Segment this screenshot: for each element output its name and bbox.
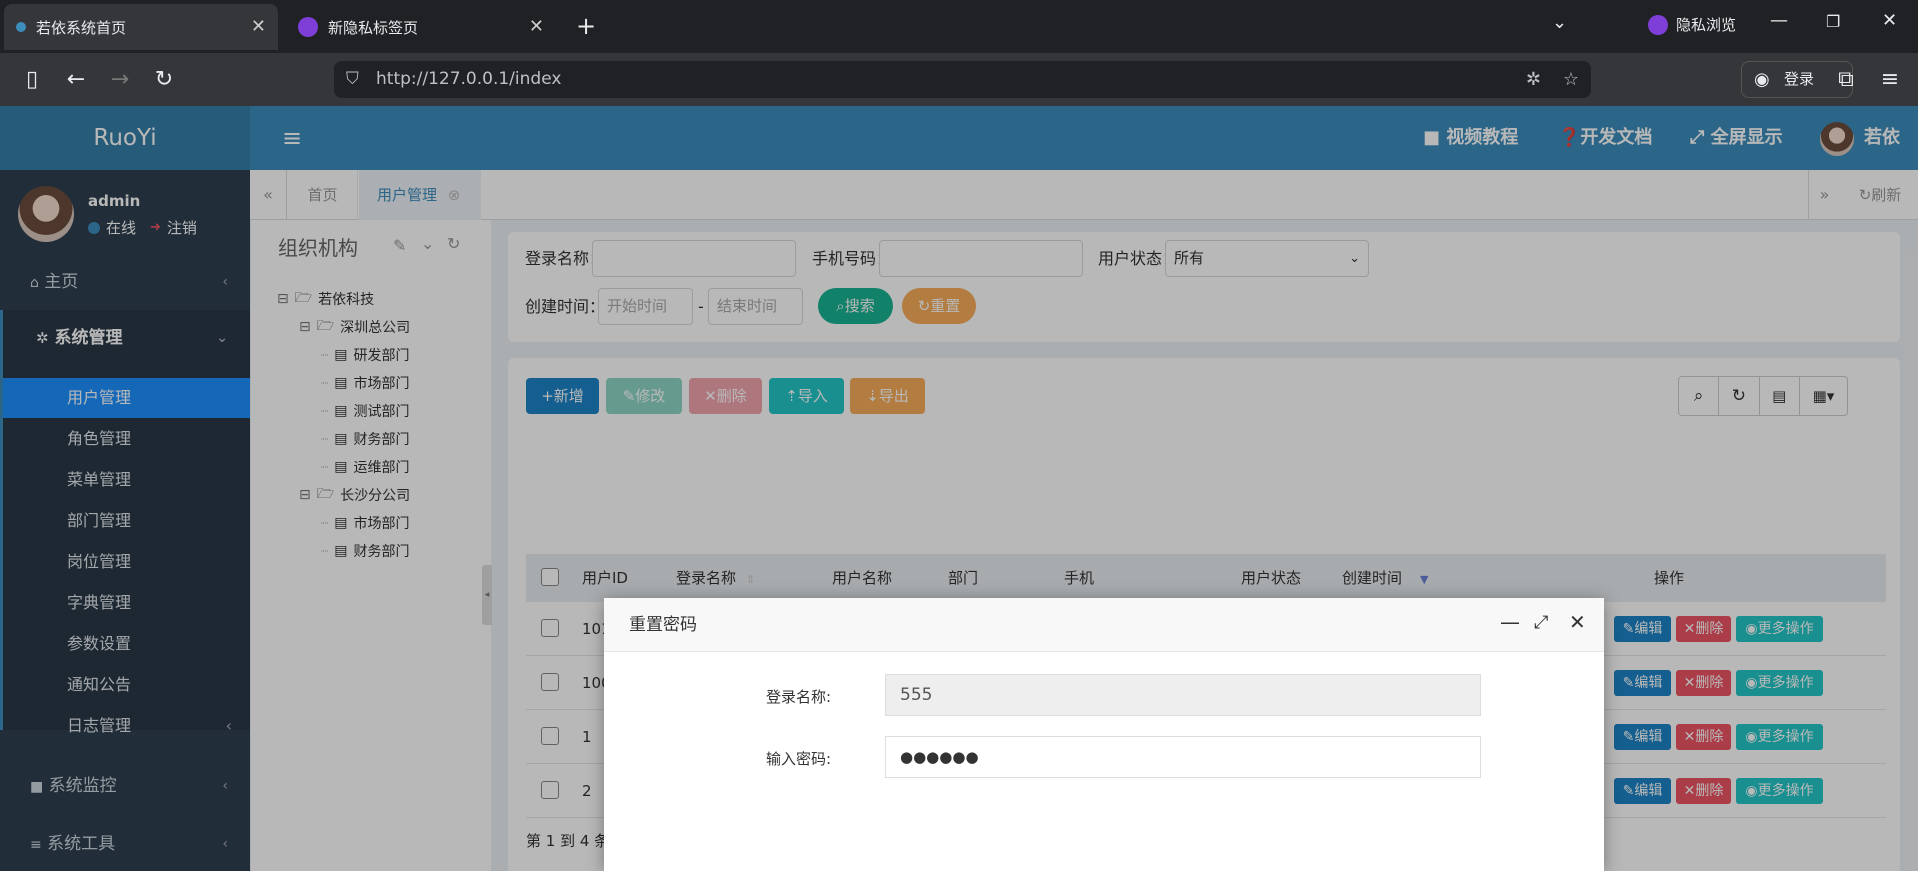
url-field[interactable]: ⛉ http://127.0.0.1/index ✲ ☆ <box>334 61 1591 98</box>
private-mask-icon <box>298 17 318 37</box>
browser-tab-bar: 若依系统首页 ✕ 新隐私标签页 ✕ + ⌄ 隐私浏览 — ❐ ✕ <box>0 0 1918 53</box>
dialog-login-label: 登录名称: <box>766 688 832 706</box>
private-label: 隐私浏览 <box>1676 16 1737 34</box>
login-label: 登录 <box>1784 70 1815 88</box>
maximize-icon[interactable]: ⤢ <box>1534 612 1548 633</box>
reset-password-dialog: 重置密码 — ⤢ ✕ 登录名称: 555 输入密码: ●●●●●● <box>604 598 1604 871</box>
extensions-icon[interactable]: ⧉ <box>1832 66 1860 94</box>
browser-tab-private[interactable]: 新隐私标签页 ✕ <box>286 4 556 50</box>
dialog-password-input[interactable]: ●●●●●● <box>885 736 1481 778</box>
favicon-icon <box>16 22 26 32</box>
new-tab-icon[interactable]: + <box>576 12 596 40</box>
restore-icon[interactable]: ❐ <box>1826 12 1840 31</box>
forward-icon[interactable]: → <box>106 66 134 94</box>
dialog-title: 重置密码 <box>604 598 1604 652</box>
private-indicator: 隐私浏览 <box>1648 14 1736 35</box>
tab-title: 若依系统首页 <box>36 18 127 37</box>
private-mask-icon <box>1648 14 1668 35</box>
reload-icon[interactable]: ↻ <box>150 66 178 94</box>
close-tab-icon[interactable]: ✕ <box>251 16 266 37</box>
address-bar-row: ▯ ← → ↻ ⛉ http://127.0.0.1/index ✲ ☆ ◉ 登… <box>0 53 1918 106</box>
star-icon[interactable]: ☆ <box>1563 61 1579 98</box>
close-icon[interactable]: ✕ <box>1569 610 1586 634</box>
dialog-title-text: 重置密码 <box>629 615 697 635</box>
url-text: http://127.0.0.1/index <box>376 69 562 89</box>
minimize-icon[interactable]: — <box>1770 10 1788 31</box>
close-tab-icon[interactable]: ✕ <box>529 16 544 37</box>
dialog-login-input[interactable]: 555 <box>885 674 1481 716</box>
sidebar-toggle-icon[interactable]: ▯ <box>18 66 46 94</box>
minimize-icon[interactable]: — <box>1500 610 1520 634</box>
menu-icon[interactable]: ≡ <box>1876 66 1904 94</box>
tab-search-chevron-icon[interactable]: ⌄ <box>1552 12 1567 33</box>
close-window-icon[interactable]: ✕ <box>1882 10 1897 31</box>
back-icon[interactable]: ← <box>62 66 90 94</box>
account-icon: ◉ <box>1754 69 1770 90</box>
tab-title: 新隐私标签页 <box>328 18 419 37</box>
shield-icon: ⛉ <box>346 69 359 89</box>
bug-icon[interactable]: ✲ <box>1526 61 1541 98</box>
browser-tab-active[interactable]: 若依系统首页 ✕ <box>4 4 278 50</box>
dialog-password-label: 输入密码: <box>766 750 832 768</box>
